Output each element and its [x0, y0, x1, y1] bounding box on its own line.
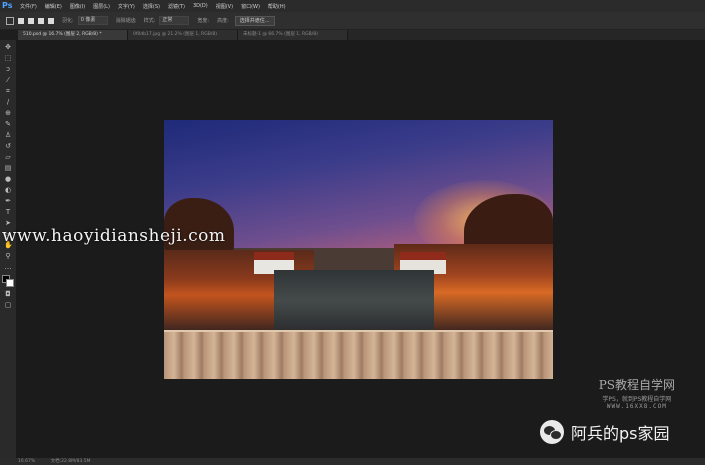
options-bar: 羽化: 0 像素 消除锯齿 样式: 正常 宽度: 高度: 选择并遮住...: [0, 12, 705, 30]
more-icon[interactable]: …: [4, 263, 12, 271]
menu-bar: Ps 文件(F) 编辑(E) 图像(I) 图层(L) 文字(Y) 选择(S) 滤…: [0, 0, 705, 12]
add-selection-icon[interactable]: [28, 17, 34, 24]
zoom-icon[interactable]: ⚲: [4, 252, 12, 260]
feather-label: 羽化:: [62, 18, 74, 24]
marquee-preset-icon[interactable]: [6, 16, 14, 25]
height-label: 高度:: [217, 18, 229, 24]
menu-3d[interactable]: 3D(D): [189, 3, 212, 9]
gradient-icon[interactable]: ▤: [4, 164, 12, 172]
menu-image[interactable]: 图像(I): [66, 3, 89, 10]
ps-watermark-title: PS教程自学网: [598, 378, 675, 392]
wechat-account-name: 阿兵的ps家园: [571, 424, 670, 443]
menu-help[interactable]: 帮助(H): [264, 3, 290, 10]
lasso-icon[interactable]: ↄ: [4, 65, 12, 73]
style-select[interactable]: 正常: [159, 16, 190, 25]
screen-mode-icon[interactable]: ▢: [4, 301, 12, 309]
width-label: 宽度:: [197, 18, 210, 24]
color-swatches[interactable]: [2, 275, 14, 287]
menu-file[interactable]: 文件(F): [16, 3, 41, 10]
wechat-badge: 阿兵的ps家园: [540, 420, 670, 444]
style-label: 样式:: [143, 18, 156, 24]
tab-0f0db17-jpg[interactable]: 0f0db17.jpg @ 21.2% (图层 1, RGB/8): [128, 30, 238, 40]
antialias-checkbox[interactable]: 消除锯齿: [116, 17, 136, 24]
status-bar: 16.67% 文档:22.8M/83.5M: [0, 458, 705, 465]
document-image[interactable]: [164, 120, 553, 379]
ps-watermark-url: WWW.16XX8.COM: [606, 403, 667, 410]
new-selection-icon[interactable]: [18, 17, 24, 24]
marquee-icon[interactable]: ⬚: [4, 54, 12, 62]
ps-watermark-subtitle: 学PS，就到PS教程自学网: [602, 396, 672, 403]
dodge-icon[interactable]: ◐: [4, 186, 12, 194]
photoshop-logo: Ps: [2, 1, 13, 10]
menu-layer[interactable]: 图层(L): [89, 3, 114, 10]
tab-untitled-1[interactable]: 未标题-1 @ 66.7% (图层 1, RGB/8): [238, 30, 348, 40]
rooftops-middle: [274, 270, 434, 332]
background-color-swatch[interactable]: [6, 279, 14, 287]
site-watermark: www.haoyidiansheji.com: [2, 226, 226, 246]
quick-mask-icon[interactable]: ◘: [4, 290, 12, 298]
ps-watermark: PS教程自学网 学PS，就到PS教程自学网 WWW.16XX8.COM: [599, 376, 675, 410]
menu-edit[interactable]: 编辑(E): [41, 3, 66, 10]
eyedropper-icon[interactable]: ∕: [4, 98, 12, 106]
subtract-selection-icon[interactable]: [38, 17, 44, 24]
document-tabs: 510.psd @ 16.7% (图层 2, RGB/8) * 0f0db17.…: [18, 30, 705, 40]
zoom-level[interactable]: 16.67%: [18, 459, 35, 464]
magic-wand-icon[interactable]: ⁄: [4, 76, 12, 84]
move-icon[interactable]: ✥: [4, 43, 12, 51]
healing-icon[interactable]: ⊕: [4, 109, 12, 117]
menu-select[interactable]: 选择(S): [139, 3, 164, 10]
roof-tiles-foreground: [164, 330, 553, 379]
wechat-icon: [540, 420, 564, 444]
pen-icon[interactable]: ✒: [4, 197, 12, 205]
history-brush-icon[interactable]: ↺: [4, 142, 12, 150]
tools-panel: ✥ ⬚ ↄ ⁄ ⌗ ∕ ⊕ ✎ ♙ ↺ ▱ ▤ ● ◐ ✒ T ➤ ▭ ✋ ⚲ …: [0, 40, 16, 460]
stamp-icon[interactable]: ♙: [4, 131, 12, 139]
intersect-selection-icon[interactable]: [48, 17, 54, 24]
tab-510-psd[interactable]: 510.psd @ 16.7% (图层 2, RGB/8) *: [18, 30, 128, 40]
document-size: 文档:22.8M/83.5M: [50, 459, 91, 464]
crop-icon[interactable]: ⌗: [4, 87, 12, 95]
eraser-icon[interactable]: ▱: [4, 153, 12, 161]
menu-window[interactable]: 窗口(W): [237, 3, 264, 10]
feather-input[interactable]: 0 像素: [77, 16, 108, 25]
blur-icon[interactable]: ●: [4, 175, 12, 183]
brush-icon[interactable]: ✎: [4, 120, 12, 128]
menu-type[interactable]: 文字(Y): [114, 3, 139, 10]
menu-view[interactable]: 视图(V): [212, 3, 237, 10]
select-and-mask-button[interactable]: 选择并遮住...: [234, 15, 275, 26]
type-icon[interactable]: T: [4, 208, 12, 216]
menu-filter[interactable]: 滤镜(T): [164, 3, 189, 10]
